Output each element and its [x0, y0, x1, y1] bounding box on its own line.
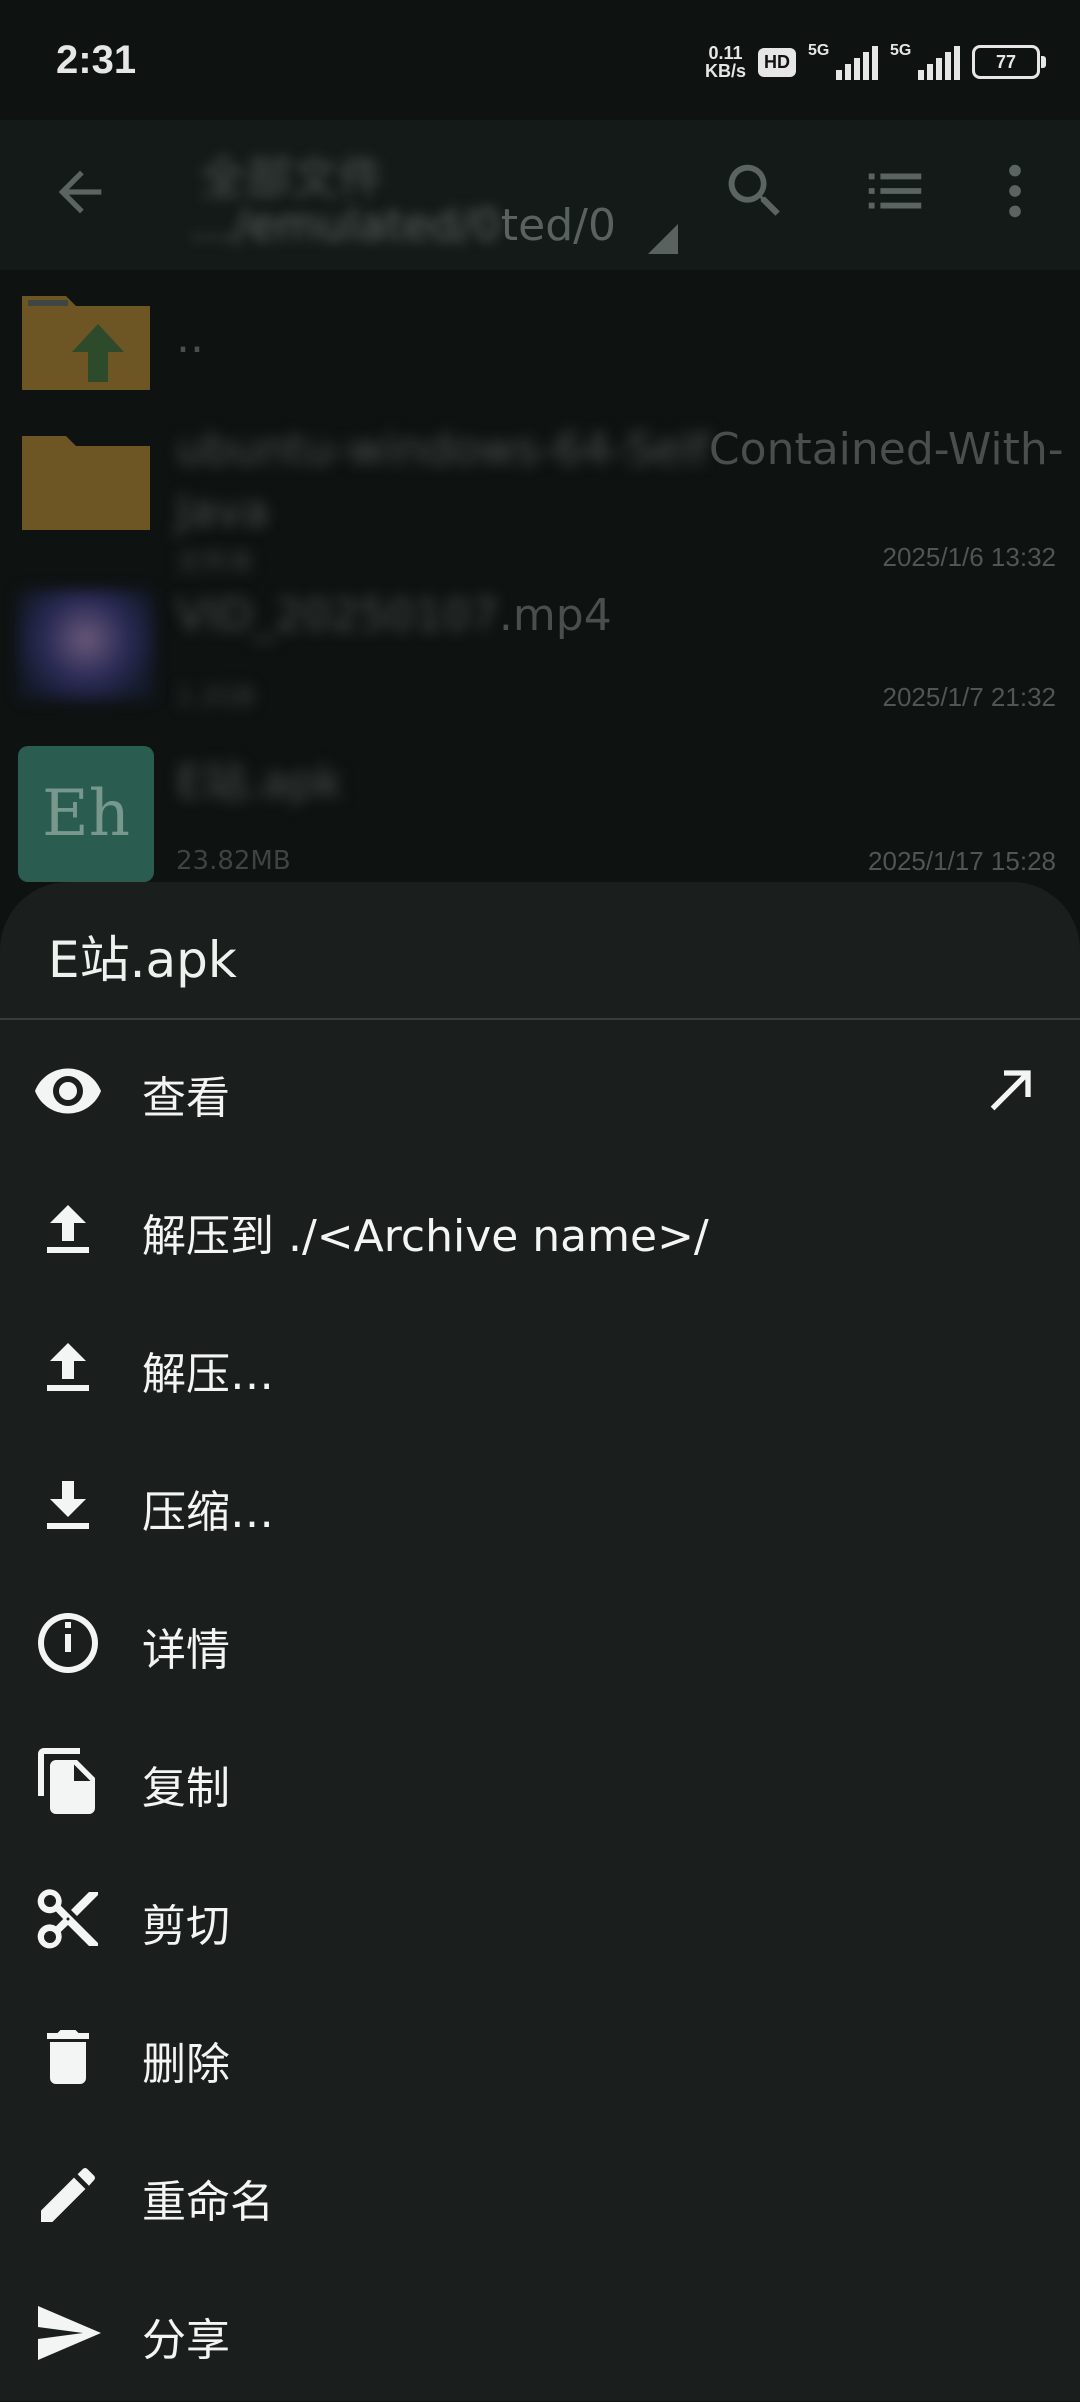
- menu-item-label: 重命名: [142, 2177, 274, 2228]
- path-dropdown-icon[interactable]: [648, 224, 678, 254]
- file-date: 2025/1/17 15:28: [868, 846, 1056, 876]
- list-item[interactable]: ..: [0, 284, 1080, 414]
- list-item[interactable]: Eh E站.apk 23.82MB 2025/1/17 15:28: [0, 746, 1080, 886]
- file-meta: 1.2GB: [176, 682, 256, 712]
- toolbar-title: 全部文件: [200, 151, 384, 205]
- trash-icon: [47, 2030, 89, 2084]
- more-vert-icon[interactable]: [980, 156, 1050, 226]
- folder-up-icon: [22, 296, 150, 390]
- file-name-line2: Java: [176, 486, 269, 537]
- battery-level: 77: [995, 51, 1017, 72]
- list-item[interactable]: ubuntu-windows-64-SelfContained-With- Ja…: [0, 424, 1080, 578]
- menu-item-details[interactable]: 详情: [0, 1574, 1080, 1712]
- send-icon: [38, 2306, 101, 2360]
- list-item[interactable]: VID_20250107.mp4 1.2GB 2025/1/7 21:32: [0, 590, 1080, 720]
- menu-item-label: 解压…: [142, 1349, 274, 1400]
- file-date: 2025/1/6 13:32: [882, 542, 1057, 572]
- menu-item-rename[interactable]: 重命名: [0, 2126, 1080, 2264]
- menu-item-label: 压缩…: [142, 1487, 274, 1538]
- hd-badge: HD: [758, 47, 796, 77]
- file-name: ubuntu-windows-64-SelfContained-With-: [176, 424, 1064, 475]
- eye-icon: [35, 1068, 101, 1114]
- file-meta: 23.82MB: [176, 846, 291, 876]
- menu-item-view[interactable]: 查看: [0, 1022, 1080, 1160]
- file-actions-sheet: E站.apk 查看 解压到 ./<Archive name>/ 解压… 压缩…: [0, 882, 1080, 2401]
- menu-item-cut[interactable]: 剪切: [0, 1850, 1080, 1988]
- pencil-icon: [41, 2168, 95, 2222]
- video-thumbnail: [18, 590, 154, 700]
- info-icon: [38, 1613, 98, 1673]
- scissors-icon: [37, 1889, 98, 1949]
- signal-icon: 5G: [890, 42, 960, 80]
- network-speed: 0.11 KB/s: [705, 44, 746, 80]
- apk-thumb-text: Eh: [42, 777, 130, 851]
- signal-label: 5G: [808, 42, 830, 59]
- toolbar-path[interactable]: …/emulated/0ted/0: [190, 200, 616, 251]
- path-visible: ted/0: [500, 200, 616, 251]
- upload-icon: [47, 1343, 89, 1391]
- file-name: VID_20250107.mp4: [176, 590, 612, 641]
- file-list: .. ubuntu-windows-64-SelfContained-With-…: [0, 270, 1080, 890]
- menu-item-label: 复制: [142, 1763, 230, 1814]
- file-name: ..: [176, 312, 204, 363]
- file-date: 2025/1/7 21:32: [882, 682, 1057, 712]
- open-external-icon[interactable]: [980, 1057, 1044, 1121]
- download-icon: [47, 1481, 89, 1529]
- app-toolbar: 全部文件 …/emulated/0ted/0: [0, 120, 1080, 270]
- file-meta: 文件夹: [176, 548, 255, 578]
- battery-icon: 77: [972, 45, 1046, 79]
- menu-item-label: 删除: [142, 2039, 230, 2090]
- menu-item-delete[interactable]: 删除: [0, 1988, 1080, 2126]
- network-speed-unit: KB/s: [704, 61, 746, 81]
- status-icons: 0.11 KB/s HD 5G 5G 77: [705, 40, 1046, 84]
- menu-item-label: 查看: [142, 1073, 230, 1124]
- back-arrow-icon[interactable]: [48, 160, 112, 224]
- search-icon[interactable]: [720, 156, 790, 226]
- copy-icon: [38, 1748, 95, 1814]
- path-blurred: …/emulated/0: [190, 200, 501, 251]
- signal-icon: 5G: [808, 42, 878, 80]
- menu-item-compress[interactable]: 压缩…: [0, 1436, 1080, 1574]
- upload-icon: [47, 1205, 89, 1253]
- folder-icon: [22, 436, 150, 530]
- menu-item-share[interactable]: 分享: [0, 2264, 1080, 2402]
- network-speed-value: 0.11: [708, 43, 743, 63]
- menu-item-label: 分享: [142, 2315, 230, 2366]
- file-name: E站.apk: [176, 757, 343, 808]
- menu-item-extract-to-folder[interactable]: 解压到 ./<Archive name>/: [0, 1160, 1080, 1298]
- menu-item-label: 详情: [142, 1625, 230, 1676]
- menu-item-copy[interactable]: 复制: [0, 1712, 1080, 1850]
- menu-item-label: 剪切: [142, 1901, 230, 1952]
- status-time: 2:31: [56, 38, 137, 82]
- status-bar: 2:31 0.11 KB/s HD 5G 5G 77: [0, 0, 1080, 120]
- signal-label: 5G: [890, 42, 912, 59]
- menu-item-label: 解压到 ./<Archive name>/: [142, 1211, 709, 1262]
- sheet-title: E站.apk: [48, 931, 237, 989]
- menu-item-extract[interactable]: 解压…: [0, 1298, 1080, 1436]
- apk-thumbnail: Eh: [18, 746, 154, 882]
- list-view-icon[interactable]: [860, 156, 930, 226]
- divider: [0, 1018, 1080, 1020]
